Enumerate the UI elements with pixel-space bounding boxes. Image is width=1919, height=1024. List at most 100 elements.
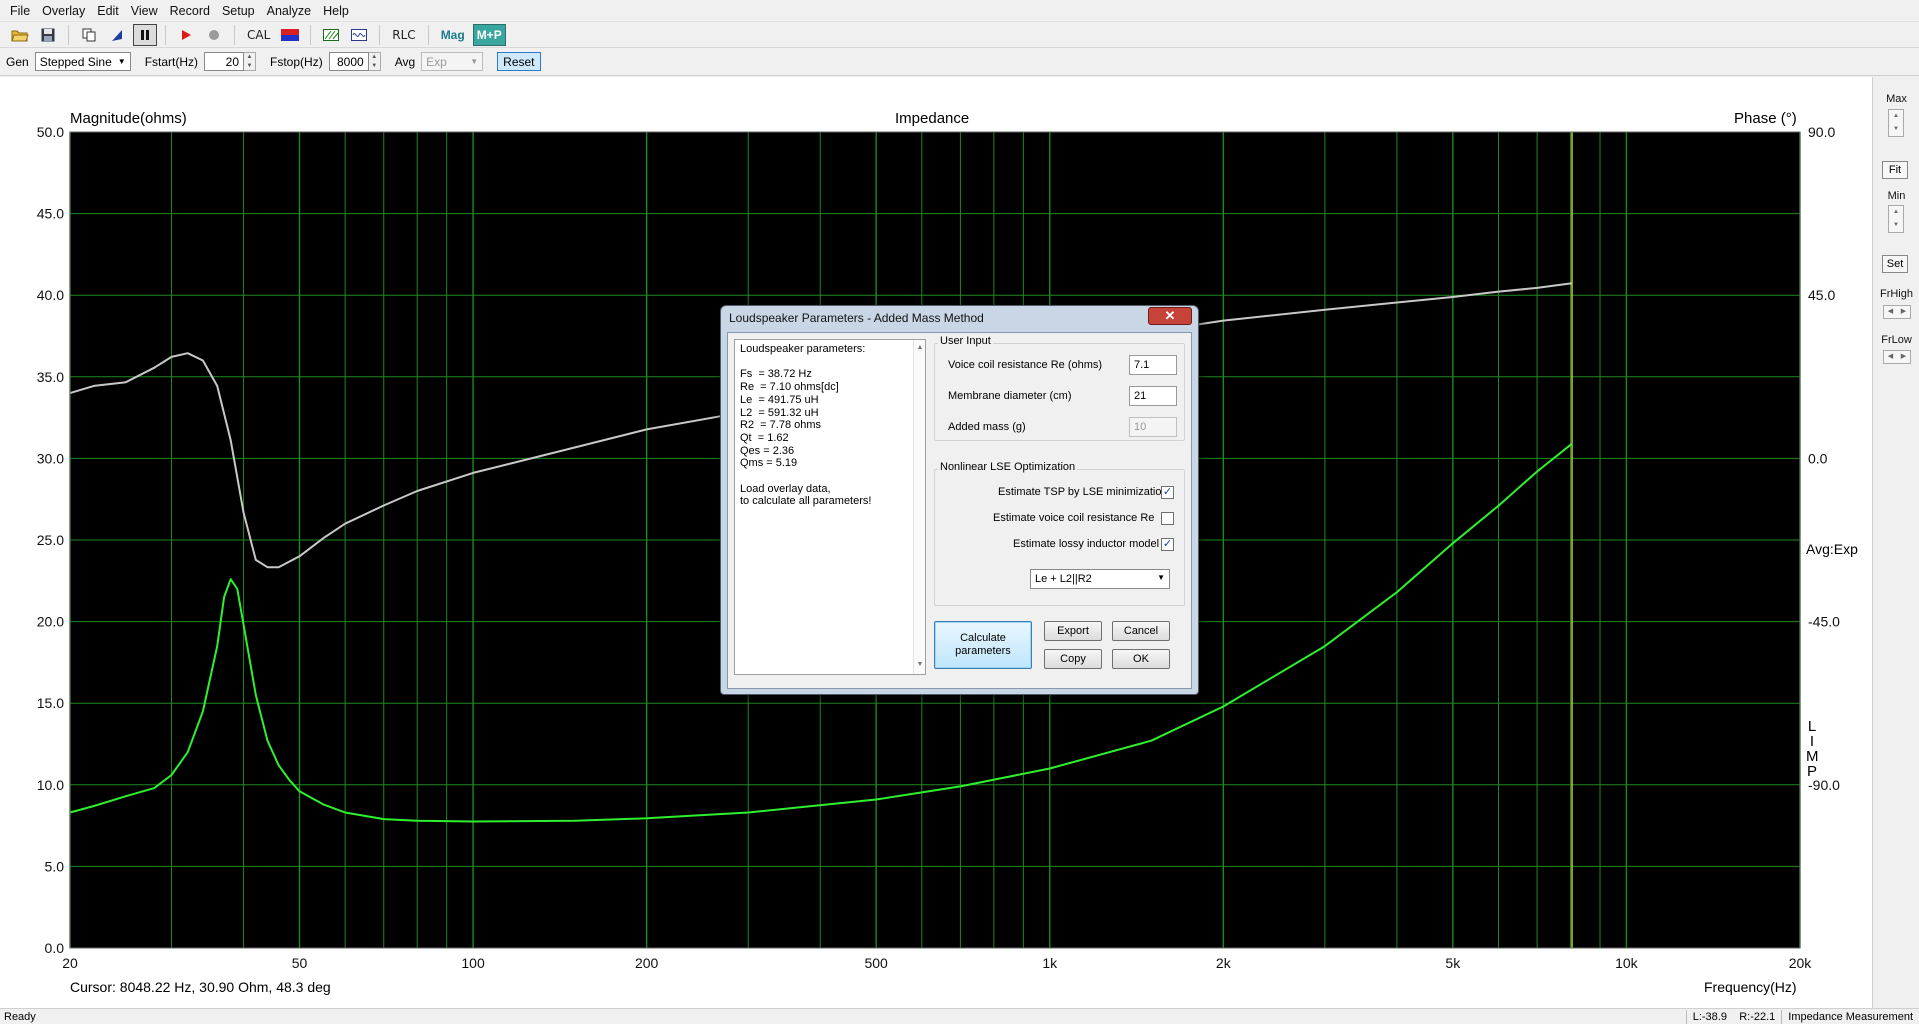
menu-view[interactable]: View: [125, 4, 164, 18]
re-input[interactable]: 7.1: [1129, 355, 1177, 375]
menu-edit[interactable]: Edit: [91, 4, 125, 18]
spin-arrows-icon[interactable]: ▲ ▼: [368, 52, 381, 71]
y2-tick-label: 45.0: [1808, 287, 1835, 303]
x-tick-label: 10k: [1615, 955, 1639, 971]
results-lines: Loudspeaker parameters: Fs = 38.72 Hz Re =…: [740, 343, 920, 508]
flag-marker-icon: [112, 29, 122, 41]
min-spinner[interactable]: ▲ ▼: [1888, 205, 1904, 233]
y-tick-label: 35.0: [37, 369, 64, 385]
max-spinner[interactable]: ▲ ▼: [1888, 109, 1904, 137]
mag-button[interactable]: Mag: [437, 24, 469, 46]
menu-bar: File Overlay Edit View Record Setup Anal…: [0, 0, 1919, 22]
stop-icon: [209, 29, 219, 40]
menu-record[interactable]: Record: [164, 4, 216, 18]
dialog-title: Loudspeaker Parameters - Added Mass Meth…: [729, 311, 984, 325]
stop-button[interactable]: [202, 24, 226, 46]
x-axis-title: Frequency(Hz): [1704, 979, 1797, 995]
cal-button[interactable]: CAL: [243, 24, 274, 46]
fstop-value[interactable]: 8000: [328, 52, 369, 71]
chk-lossy-checkbox[interactable]: ✓: [1161, 538, 1174, 551]
frhigh-spinner[interactable]: ◀ ▶: [1883, 305, 1911, 319]
reset-button[interactable]: Reset: [497, 52, 541, 71]
results-scrollbar[interactable]: ▲ ▼: [913, 340, 925, 674]
cancel-button[interactable]: Cancel: [1112, 621, 1170, 641]
avg-label: Avg: [394, 54, 416, 69]
chevron-down-icon: ▼: [1157, 573, 1165, 582]
y-tick-label: 30.0: [37, 450, 64, 466]
spin-arrows-icon[interactable]: ▲ ▼: [244, 52, 257, 71]
chk-lossy-label: Estimate lossy inductor model: [1013, 538, 1160, 550]
play-button[interactable]: [174, 24, 198, 46]
frlow-spinner[interactable]: ◀ ▶: [1883, 350, 1911, 364]
status-bar: Ready L:-38.9 R:-22.1 Impedance Measurem…: [0, 1008, 1919, 1024]
close-button[interactable]: ✕: [1148, 307, 1192, 325]
color-scheme-button[interactable]: [278, 24, 302, 46]
export-button[interactable]: Export: [1044, 621, 1102, 641]
waveform-button[interactable]: [347, 24, 371, 46]
ok-button[interactable]: OK: [1112, 649, 1170, 669]
nonlinear-title: Nonlinear LSE Optimization: [938, 461, 1078, 473]
calculate-parameters-button[interactable]: Calculate parameters: [934, 621, 1032, 669]
added-mass-input[interactable]: 10: [1129, 417, 1177, 437]
save-button[interactable]: [36, 24, 60, 46]
results-line: Le = 491.75 uH: [740, 393, 819, 406]
fstart-label: Fstart(Hz): [144, 54, 199, 69]
waveform-icon: [351, 28, 368, 41]
y-tick-label: 50.0: [37, 124, 64, 140]
menu-analyze[interactable]: Analyze: [261, 4, 317, 18]
status-levels: L:-38.9 R:-22.1: [1685, 1009, 1782, 1024]
results-line: Qt = 1.62: [740, 431, 789, 444]
copy-button[interactable]: [77, 24, 101, 46]
y-tick-label: 0.0: [45, 940, 65, 956]
chk-re-checkbox[interactable]: [1161, 512, 1174, 525]
x-tick-label: 2k: [1216, 955, 1232, 971]
filter-button[interactable]: [319, 24, 343, 46]
fstart-spinner[interactable]: 20 ▲ ▼: [204, 52, 257, 71]
mag-phase-button[interactable]: M+P: [472, 23, 506, 46]
limp-letter: L: [1807, 718, 1817, 735]
copy-button[interactable]: Copy: [1044, 649, 1102, 669]
right-axis-title: Phase (°): [1734, 110, 1797, 127]
y-tick-label: 5.0: [45, 858, 65, 874]
marker-button[interactable]: [105, 24, 129, 46]
results-line: R2 = 7.78 ohms: [740, 419, 822, 432]
results-line: Loudspeaker parameters:: [740, 343, 866, 355]
results-line: Re = 7.10 ohms[dc]: [740, 381, 839, 394]
results-text[interactable]: Loudspeaker parameters: Fs = 38.72 Hz Re =…: [734, 339, 926, 675]
generator-value: Stepped Sine: [39, 54, 112, 69]
y2-tick-label: -45.0: [1808, 614, 1840, 630]
results-line: [740, 470, 920, 483]
y-tick-label: 15.0: [37, 695, 64, 711]
scroll-up-icon[interactable]: ▲: [914, 342, 926, 355]
results-line: to calculate all parameters!: [740, 495, 872, 508]
fstop-spinner[interactable]: 8000 ▲ ▼: [328, 52, 381, 71]
fstop-label: Fstop(Hz): [270, 54, 323, 69]
menu-setup[interactable]: Setup: [216, 4, 261, 18]
results-line: Qes = 2.36: [740, 444, 795, 457]
y-tick-label: 25.0: [37, 532, 64, 548]
open-button[interactable]: [8, 24, 32, 46]
gen-label: Gen: [6, 54, 29, 69]
status-ready: Ready: [4, 1010, 36, 1023]
limp-label: L I M P: [1806, 718, 1819, 780]
chk-tsp-checkbox[interactable]: ✓: [1161, 486, 1174, 499]
menu-file[interactable]: File: [4, 4, 36, 18]
fstart-value[interactable]: 20: [204, 52, 245, 71]
copy-icon: [82, 28, 96, 41]
limp-letter: P: [1806, 763, 1817, 780]
limp-letter: M: [1806, 748, 1819, 765]
dialog-body: Loudspeaker parameters: Fs = 38.72 Hz Re =…: [727, 332, 1192, 689]
loudspeaker-parameters-dialog: Loudspeaker Parameters - Added Mass Meth…: [720, 305, 1199, 695]
fit-button[interactable]: Fit: [1882, 161, 1908, 179]
avg-select[interactable]: Exp ▼: [421, 52, 484, 71]
generator-select[interactable]: Stepped Sine ▼: [34, 52, 131, 71]
pause-button[interactable]: [133, 23, 157, 46]
menu-overlay[interactable]: Overlay: [36, 4, 91, 18]
rlc-button[interactable]: RLC: [388, 24, 419, 46]
set-button[interactable]: Set: [1882, 255, 1908, 273]
color-swatch-icon: [281, 28, 300, 41]
diameter-input[interactable]: 21: [1129, 386, 1177, 406]
scroll-down-icon[interactable]: ▼: [914, 659, 926, 672]
model-select[interactable]: Le + L2||R2 ▼: [1030, 569, 1170, 589]
menu-help[interactable]: Help: [317, 4, 355, 18]
